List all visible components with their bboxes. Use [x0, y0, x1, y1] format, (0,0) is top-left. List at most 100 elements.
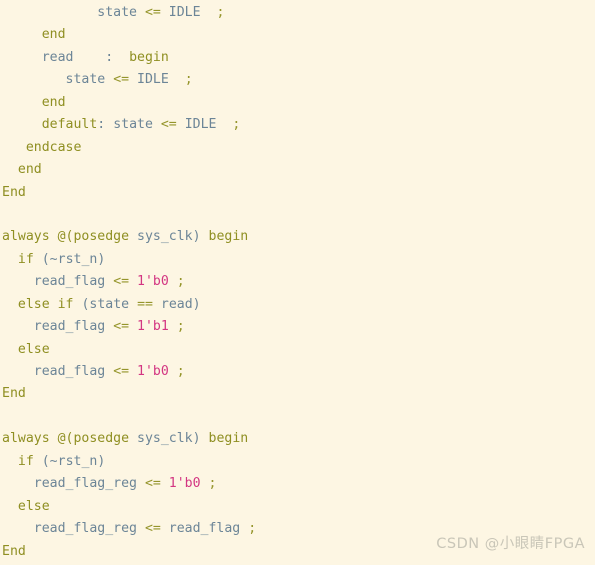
- token-operator: <=: [113, 364, 130, 379]
- code-line: default: state <= IDLE ;: [0, 114, 595, 136]
- token-keyword: always: [2, 431, 50, 447]
- code-line: if (~rst_n): [0, 451, 595, 473]
- token-keyword: begin: [208, 431, 249, 447]
- token-keyword: default: [41, 117, 98, 133]
- token-punctuation: (~: [41, 251, 58, 267]
- token-punctuation: ): [97, 453, 106, 469]
- code-viewer[interactable]: state <= IDLE ; end read : begin state <…: [0, 0, 595, 565]
- token-operator: <=: [113, 72, 130, 88]
- token-punctuation: ): [192, 229, 201, 245]
- code-line: end: [0, 24, 595, 46]
- code-line: read_flag_reg <= 1'b0 ;: [0, 473, 595, 495]
- code-line: always @(posedge sys_clk) begin: [0, 428, 595, 450]
- token-number: 1'b0: [137, 274, 169, 290]
- token-punctuation: ): [192, 296, 201, 312]
- token-number: 1'b1: [137, 319, 169, 335]
- token-operator: ;: [248, 521, 257, 537]
- token-identifier: read_flag: [33, 364, 106, 379]
- token-operator: <=: [144, 521, 161, 537]
- token-identifier: read_flag_reg: [33, 476, 137, 492]
- token-operator: ;: [208, 476, 217, 492]
- token-keyword: End: [2, 543, 26, 559]
- token-operator: ;: [184, 72, 193, 88]
- token-identifier: IDLE: [184, 117, 217, 133]
- token-punctuation: ): [192, 431, 201, 447]
- token-keyword: End: [2, 386, 26, 402]
- token-operator: ==: [137, 296, 153, 312]
- token-identifier: read_flag: [168, 521, 241, 537]
- token-operator: <=: [160, 117, 177, 133]
- token-operator: ;: [176, 364, 185, 379]
- token-operator: <=: [144, 476, 161, 492]
- csdn-watermark: CSDN @小眼睛FPGA: [436, 536, 585, 552]
- token-keyword: else: [17, 498, 50, 514]
- token-identifier: read_flag: [33, 274, 106, 290]
- code-line: state <= IDLE ;: [0, 2, 595, 24]
- code-line: always @(posedge sys_clk) begin: [0, 226, 595, 248]
- code-line: read_flag <= 1'b1 ;: [0, 316, 595, 338]
- code-line: read_flag <= 1'b0 ;: [0, 271, 595, 293]
- token-identifier: state: [97, 5, 137, 20]
- token-keyword: else: [17, 296, 50, 312]
- token-identifier: sys_clk: [137, 229, 193, 245]
- code-line: end: [0, 92, 595, 114]
- token-number: 1'b0: [168, 476, 201, 492]
- token-keyword: always: [2, 229, 50, 245]
- token-punctuation: (~: [41, 453, 58, 469]
- token-operator: ;: [176, 319, 185, 335]
- token-operator: ;: [216, 5, 225, 20]
- token-keyword: if: [17, 453, 34, 469]
- code-line: endcase: [0, 137, 595, 159]
- code-line: else if (state == read): [0, 294, 595, 316]
- token-keyword: if: [57, 296, 74, 312]
- token-identifier: IDLE: [137, 72, 169, 88]
- token-punctuation: :: [97, 117, 106, 133]
- token-identifier: read: [41, 49, 74, 65]
- token-keyword: begin: [208, 229, 249, 245]
- token-identifier: rst_n: [57, 251, 98, 267]
- token-number: 1'b0: [137, 364, 169, 379]
- token-keyword: endcase: [25, 139, 82, 155]
- code-line: if (~rst_n): [0, 249, 595, 271]
- token-punctuation: :: [105, 49, 114, 65]
- token-identifier: IDLE: [168, 5, 201, 20]
- token-identifier: state: [89, 296, 130, 312]
- token-keyword: else: [17, 341, 50, 357]
- token-keyword: end: [41, 94, 66, 110]
- token-punctuation: ): [97, 251, 106, 267]
- token-operator: <=: [144, 5, 161, 20]
- code-line: read_flag <= 1'b0 ;: [0, 361, 595, 383]
- token-keyword: End: [2, 184, 26, 200]
- token-identifier: read_flag_reg: [33, 521, 137, 537]
- token-operator: <=: [113, 274, 130, 290]
- token-identifier: read_flag: [33, 319, 106, 335]
- token-keyword: if: [17, 251, 34, 267]
- token-at-posedge: @(posedge: [57, 229, 130, 245]
- token-operator: ;: [232, 117, 241, 133]
- token-operator: ;: [176, 274, 185, 290]
- token-identifier: sys_clk: [137, 431, 193, 447]
- token-identifier: rst_n: [57, 453, 98, 469]
- token-at-posedge: @(posedge: [57, 431, 130, 447]
- code-line: End: [0, 383, 595, 405]
- token-identifier: state: [113, 117, 153, 133]
- token-keyword: end: [41, 27, 66, 43]
